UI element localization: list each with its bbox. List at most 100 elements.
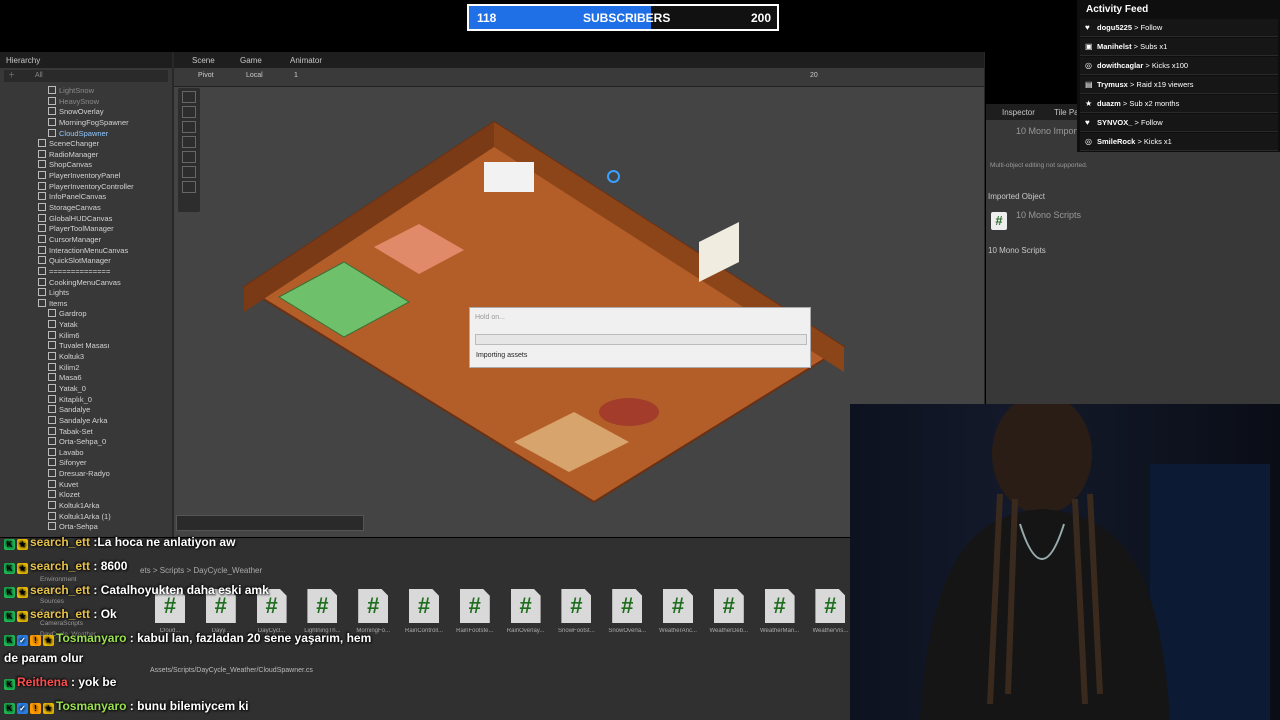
kick-badge-icon: K bbox=[4, 539, 15, 550]
hierarchy-item[interactable]: RadioManager bbox=[0, 149, 172, 161]
hierarchy-item-label: CursorManager bbox=[49, 234, 102, 244]
chat-username[interactable]: search_ett bbox=[30, 535, 90, 549]
scene-overlay-toolbar[interactable] bbox=[176, 515, 364, 531]
hierarchy-panel: Hierarchy ＋ All LightSnow HeavySnow SnowOv… bbox=[0, 52, 172, 537]
activity-feed-text: Trymusx > Raid x19 viewers bbox=[1097, 80, 1194, 89]
kick-badge-icon: K bbox=[4, 679, 15, 690]
hierarchy-item[interactable]: PlayerInventoryPanel bbox=[0, 171, 172, 182]
hierarchy-item[interactable]: SceneChanger bbox=[0, 139, 172, 150]
hierarchy-item[interactable]: CursorManager bbox=[0, 234, 172, 246]
hierarchy-item[interactable]: GlobalHUDCanvas bbox=[0, 213, 172, 225]
hierarchy-item[interactable]: CookingMenuCanvas bbox=[0, 277, 172, 289]
hierarchy-item[interactable]: Kuvet bbox=[0, 479, 172, 491]
hierarchy-item[interactable]: Sandalye Arka bbox=[0, 415, 172, 427]
activity-feed-text: dogu5225 > Follow bbox=[1097, 23, 1162, 32]
chat-username[interactable]: search_ett bbox=[30, 559, 90, 573]
hierarchy-item[interactable]: Koltuk1Arka (1) bbox=[0, 511, 172, 523]
hierarchy-item[interactable]: LightSnow bbox=[0, 86, 172, 97]
subscriber-current: 118 bbox=[477, 11, 497, 25]
hierarchy-item[interactable]: Lavabo bbox=[0, 447, 172, 459]
hierarchy-item-label: InfoPanelCanvas bbox=[49, 192, 107, 202]
gizmo-value[interactable]: 20 bbox=[810, 72, 818, 79]
hierarchy-item-label: Tabak-Set bbox=[59, 426, 93, 436]
plus-icon[interactable]: ＋ bbox=[8, 72, 15, 79]
hierarchy-item[interactable]: Kitaplık_0 bbox=[0, 394, 172, 406]
hierarchy-item[interactable]: Tabak-Set bbox=[0, 426, 172, 438]
tab-inspector[interactable]: Inspector bbox=[1002, 108, 1035, 117]
gameobject-icon bbox=[38, 298, 46, 307]
hierarchy-item[interactable]: PlayerInventoryController bbox=[0, 181, 172, 193]
activity-feed-title: Activity Feed bbox=[1086, 4, 1149, 15]
tab-tile-palette[interactable]: Tile Pa bbox=[1054, 108, 1079, 117]
hierarchy-item-label: Yatak_0 bbox=[59, 383, 86, 393]
chat-text: : Catalhoyukten daha eski amk bbox=[90, 583, 269, 597]
hierarchy-item[interactable]: Sifonyer bbox=[0, 458, 172, 469]
chat-username[interactable]: search_ett bbox=[30, 607, 90, 621]
chat-text: : 8600 bbox=[90, 559, 128, 573]
tab-animator[interactable]: Animator bbox=[290, 56, 322, 65]
activity-feed-action: > Follow bbox=[1132, 23, 1163, 32]
chat-username[interactable]: Reithena bbox=[17, 675, 68, 689]
pivot-toggle[interactable]: Pivot bbox=[198, 72, 214, 79]
hierarchy-item[interactable]: Lights bbox=[0, 288, 172, 299]
tab-hierarchy[interactable]: Hierarchy bbox=[6, 56, 40, 65]
gameobject-icon bbox=[38, 203, 46, 212]
gameobject-icon bbox=[38, 245, 46, 254]
hierarchy-item[interactable]: Dresuar-Radyo bbox=[0, 469, 172, 480]
hierarchy-item[interactable]: Gardrop bbox=[0, 309, 172, 320]
hierarchy-item-label: SceneChanger bbox=[49, 139, 100, 149]
custom-tool-icon[interactable] bbox=[182, 181, 196, 193]
hierarchy-item[interactable]: Orta-Sehpa_0 bbox=[0, 437, 172, 448]
hierarchy-item[interactable]: StorageCanvas bbox=[0, 203, 172, 214]
hierarchy-item[interactable]: InfoPanelCanvas bbox=[0, 192, 172, 203]
og-badge-icon: ! bbox=[30, 635, 41, 646]
hierarchy-item[interactable]: Sandalye bbox=[0, 405, 172, 416]
transform-tool-icon[interactable] bbox=[182, 166, 196, 178]
hierarchy-item[interactable]: SnowOverlay bbox=[0, 107, 172, 118]
hierarchy-item-label: SnowOverlay bbox=[59, 107, 104, 117]
scene-toolbar: Pivot Local 1 20 bbox=[174, 68, 984, 87]
hierarchy-item[interactable]: Tuvalet Masası bbox=[0, 341, 172, 352]
raid-icon: ▤ bbox=[1085, 80, 1093, 89]
hierarchy-item[interactable]: MorningFogSpawner bbox=[0, 117, 172, 129]
chat-username[interactable]: Tosmanyaro bbox=[56, 699, 126, 713]
hierarchy-item-label: Items bbox=[49, 298, 68, 308]
scale-tool-icon[interactable] bbox=[182, 136, 196, 148]
hierarchy-item[interactable]: PlayerToolManager bbox=[0, 224, 172, 235]
hierarchy-item[interactable]: ============== bbox=[0, 266, 172, 278]
hierarchy-item[interactable]: Kilim6 bbox=[0, 330, 172, 342]
hierarchy-item[interactable]: Yatak_0 bbox=[0, 383, 172, 395]
hierarchy-item[interactable]: ShopCanvas bbox=[0, 160, 172, 171]
hierarchy-item[interactable]: Masa6 bbox=[0, 373, 172, 384]
chat-username[interactable]: search_ett bbox=[30, 583, 90, 597]
gameobject-icon bbox=[38, 256, 46, 265]
hierarchy-item[interactable]: Koltuk3 bbox=[0, 352, 172, 363]
hierarchy-item[interactable]: InteractionMenuCanvas bbox=[0, 245, 172, 257]
hierarchy-item[interactable]: CloudSpawner bbox=[0, 128, 172, 140]
hierarchy-item[interactable]: Kilim2 bbox=[0, 362, 172, 374]
inspector-note: Multi-object editing not supported. bbox=[990, 162, 1088, 169]
hierarchy-item[interactable]: Yatak bbox=[0, 320, 172, 331]
tab-scene[interactable]: Scene bbox=[192, 56, 215, 65]
rect-tool-icon[interactable] bbox=[182, 151, 196, 163]
hierarchy-item[interactable]: HeavySnow bbox=[0, 96, 172, 108]
gameobject-icon bbox=[38, 149, 46, 158]
move-tool-icon[interactable] bbox=[182, 106, 196, 118]
activity-feed-text: Manihelst > Subs x1 bbox=[1097, 42, 1167, 51]
chat-username[interactable]: Tosmanyaro bbox=[56, 631, 126, 645]
hierarchy-item[interactable]: QuickSlotManager bbox=[0, 256, 172, 267]
rotate-tool-icon[interactable] bbox=[182, 121, 196, 133]
hierarchy-item[interactable]: Items bbox=[0, 298, 172, 310]
hierarchy-item[interactable]: Klozet bbox=[0, 490, 172, 501]
hierarchy-item[interactable]: Koltuk1Arka bbox=[0, 500, 172, 512]
gameobject-icon bbox=[48, 437, 56, 446]
hierarchy-item-label: Kilim6 bbox=[59, 330, 80, 340]
snap-value[interactable]: 1 bbox=[294, 72, 298, 79]
coffee-table bbox=[599, 398, 659, 426]
local-toggle[interactable]: Local bbox=[246, 72, 263, 79]
hand-tool-icon[interactable] bbox=[182, 91, 196, 103]
tab-game[interactable]: Game bbox=[240, 56, 262, 65]
activity-feed-item: ★ duazm > Sub x2 months bbox=[1080, 95, 1278, 113]
hierarchy-search[interactable]: ＋ All bbox=[4, 70, 168, 82]
hierarchy-item[interactable]: Orta-Sehpa bbox=[0, 522, 172, 533]
